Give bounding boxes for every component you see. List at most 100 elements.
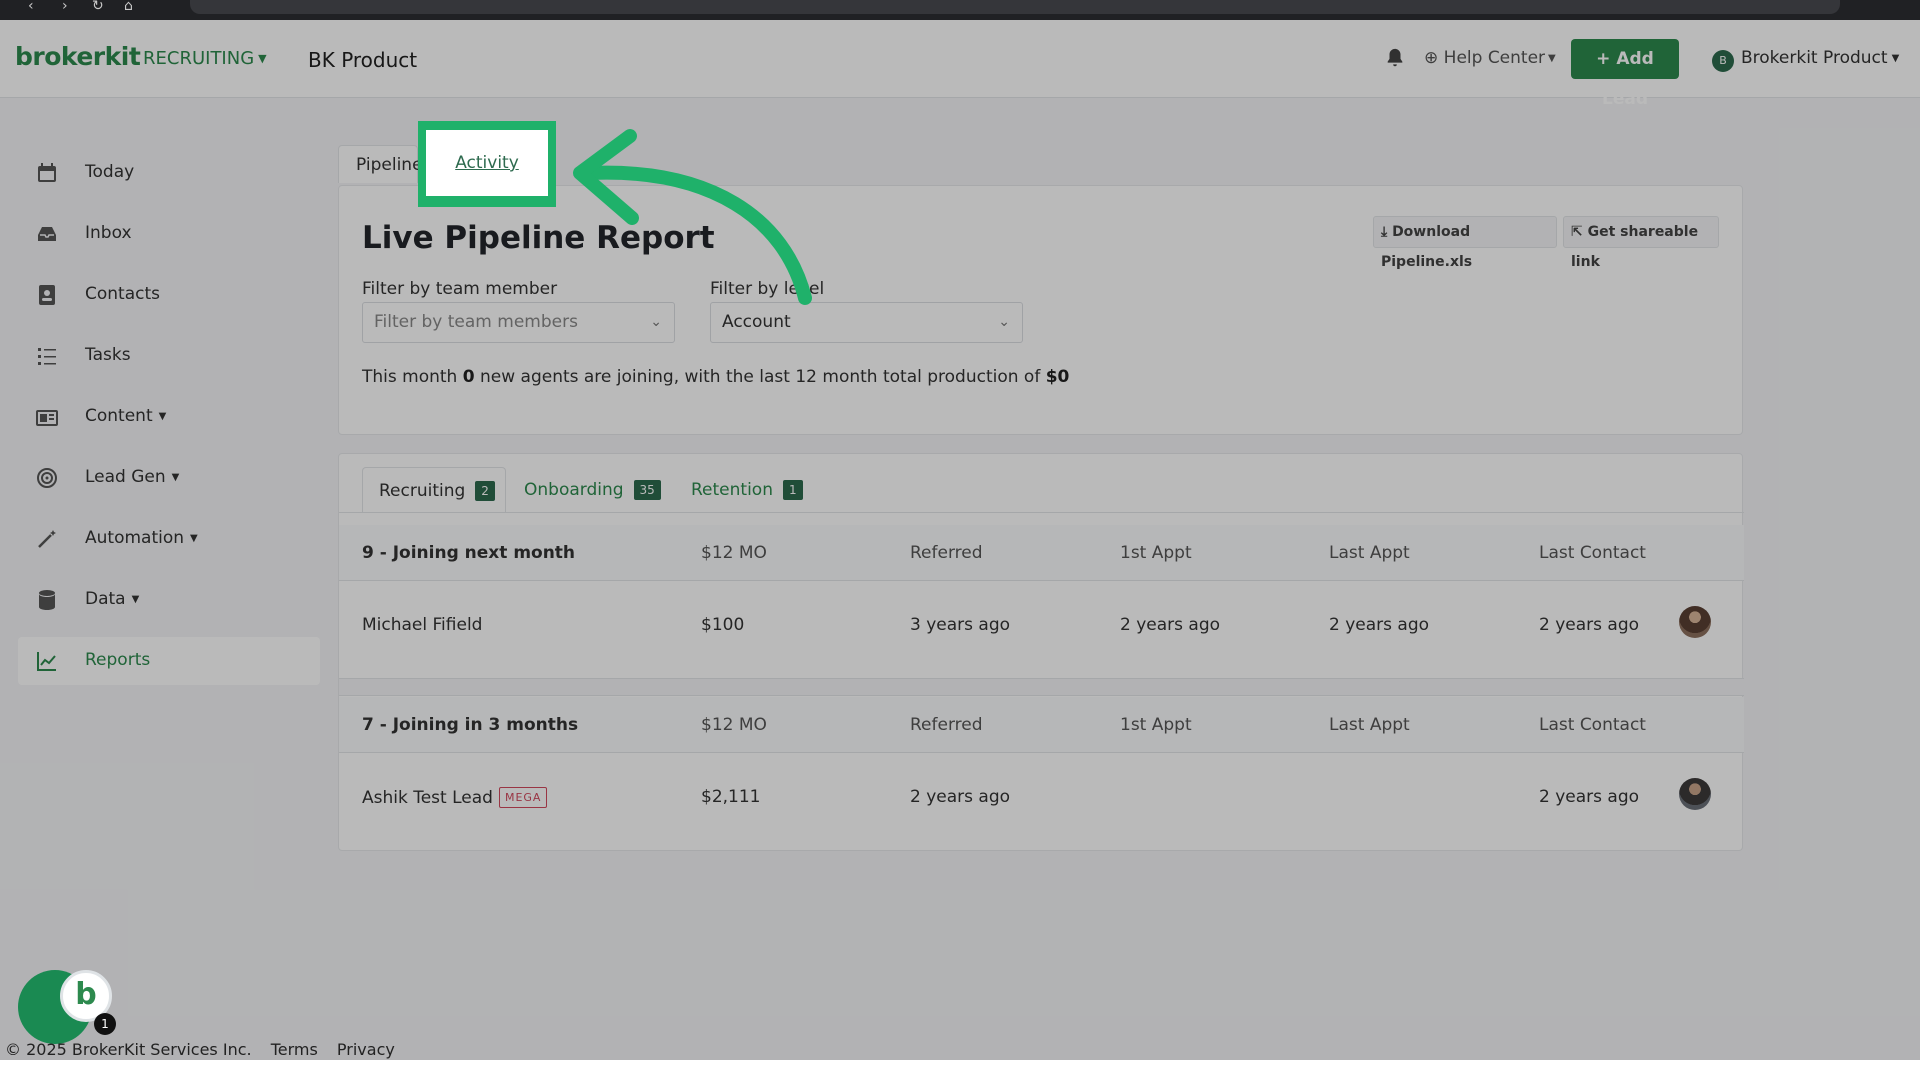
lead-name-cell: Ashik Test Lead MEGA bbox=[362, 787, 548, 808]
sidebar-item-label: Reports bbox=[85, 650, 151, 670]
sidebar-item-label: Data bbox=[85, 589, 126, 609]
home-icon[interactable]: ⌂ bbox=[124, 0, 133, 16]
get-shareable-link-button[interactable]: ⇱ Get shareable link bbox=[1563, 216, 1719, 270]
sidebar-item-label: Contacts bbox=[85, 284, 160, 304]
browser-toolbar: ‹ › ↻ ⌂ bbox=[0, 0, 1920, 20]
avatar[interactable] bbox=[1679, 778, 1711, 810]
group-title: 9 - Joining next month bbox=[362, 543, 576, 563]
user-avatar[interactable]: B bbox=[1712, 50, 1734, 72]
caret-down-icon: ▼ bbox=[190, 533, 198, 544]
sidebar-item-label: Inbox bbox=[85, 223, 132, 243]
calendar-icon bbox=[38, 163, 56, 182]
group-title: 7 - Joining in 3 months bbox=[362, 715, 579, 735]
tab-onboarding[interactable]: Onboarding 35 bbox=[524, 467, 661, 513]
help-center-label: Help Center bbox=[1443, 48, 1546, 68]
tabs-divider bbox=[339, 512, 1744, 513]
pipeline-table-card: Recruiting 2 Onboarding 35 Retention 1 9 - … bbox=[338, 453, 1744, 851]
notification-count-badge: 1 bbox=[94, 1013, 116, 1035]
column-header: $12 MO bbox=[701, 543, 767, 563]
add-lead-button[interactable]: + Add Lead bbox=[1571, 39, 1679, 109]
app-page: brokerkit RECRUITING ▼ BK Product ⊕ Help … bbox=[0, 20, 1920, 1060]
sidebar-item-inbox[interactable]: Inbox bbox=[18, 210, 320, 258]
summary-new-count: 0 bbox=[462, 367, 475, 387]
table-row[interactable]: Michael Fifield $100 3 years ago 2 years… bbox=[339, 582, 1744, 662]
copyright: © 2025 BrokerKit Services Inc. bbox=[5, 1040, 252, 1059]
help-center-menu[interactable]: ⊕ Help Center ▼ bbox=[1424, 48, 1556, 68]
summary-text: This month bbox=[362, 367, 458, 387]
column-header: Referred bbox=[910, 543, 983, 563]
caret-down-icon: ▼ bbox=[1548, 53, 1556, 64]
line-chart-icon bbox=[37, 652, 56, 671]
sidebar-item-reports[interactable]: Reports bbox=[18, 637, 320, 685]
mega-badge: MEGA bbox=[498, 787, 548, 808]
task-list-icon bbox=[38, 348, 56, 365]
avatar[interactable] bbox=[1679, 606, 1711, 638]
lead-name[interactable]: Ashik Test Lead bbox=[362, 788, 493, 808]
pipeline-summary: This month 0 new agents are joining, wit… bbox=[362, 367, 1069, 387]
tab-activity-highlight: Activity bbox=[418, 121, 556, 207]
contact-card-icon bbox=[39, 285, 55, 305]
brokerkit-logo[interactable]: brokerkit bbox=[15, 42, 141, 71]
sidebar-item-label: Content bbox=[85, 406, 153, 426]
chevron-down-icon: ⌄ bbox=[998, 314, 1010, 330]
column-header: Last Appt bbox=[1329, 715, 1410, 735]
count-badge: 35 bbox=[633, 480, 661, 500]
filter-team-member-select[interactable]: Filter by team members ⌄ bbox=[362, 302, 675, 343]
download-label: Download Pipeline.xls bbox=[1381, 224, 1473, 270]
group-header: 9 - Joining next month $12 MO Referred 1… bbox=[339, 525, 1744, 581]
column-header: Last Appt bbox=[1329, 543, 1410, 563]
forward-icon[interactable]: › bbox=[62, 0, 68, 16]
tab-label: Retention bbox=[691, 480, 773, 500]
sidebar-item-contacts[interactable]: Contacts bbox=[18, 271, 320, 319]
column-header: $12 MO bbox=[701, 715, 767, 735]
filter-level-select[interactable]: Account ⌄ bbox=[710, 302, 1023, 343]
sidebar-item-data[interactable]: Data ▼ bbox=[18, 576, 320, 624]
tab-recruiting[interactable]: Recruiting 2 bbox=[362, 467, 506, 513]
sidebar-item-content[interactable]: Content ▼ bbox=[18, 393, 320, 441]
lead-gen-icon bbox=[37, 468, 57, 488]
sidebar-item-lead-gen[interactable]: Lead Gen ▼ bbox=[18, 454, 320, 502]
privacy-link[interactable]: Privacy bbox=[337, 1040, 395, 1059]
bell-icon[interactable] bbox=[1384, 46, 1406, 70]
tab-label: Onboarding bbox=[524, 480, 624, 500]
last-contact-value: 2 years ago bbox=[1539, 787, 1640, 807]
database-icon bbox=[39, 590, 55, 610]
caret-down-icon: ▼ bbox=[158, 411, 167, 422]
user-name-label: Brokerkit Product bbox=[1741, 48, 1888, 68]
sidebar-item-label: Tasks bbox=[85, 345, 131, 365]
sidebar-item-label: Automation bbox=[85, 528, 185, 548]
back-icon[interactable]: ‹ bbox=[28, 0, 34, 16]
lead-name[interactable]: Michael Fifield bbox=[362, 615, 482, 635]
tab-label: Recruiting bbox=[379, 481, 466, 501]
share-icon: ⇱ bbox=[1571, 224, 1588, 240]
column-header: Referred bbox=[910, 715, 983, 735]
user-menu[interactable]: Brokerkit Product ▼ bbox=[1741, 48, 1899, 68]
tab-pipeline[interactable]: Pipeline bbox=[338, 145, 423, 183]
account-title: BK Product bbox=[308, 48, 418, 72]
module-switcher[interactable]: RECRUITING ▼ bbox=[143, 48, 267, 69]
referred-value: 3 years ago bbox=[910, 615, 1011, 635]
sidebar-item-tasks[interactable]: Tasks bbox=[18, 332, 320, 380]
reload-icon[interactable]: ↻ bbox=[92, 0, 104, 16]
column-header: 1st Appt bbox=[1120, 543, 1192, 563]
sidebar-item-today[interactable]: Today bbox=[18, 149, 320, 197]
download-icon: ⤓ bbox=[1381, 224, 1393, 240]
table-row[interactable]: Ashik Test Lead MEGA $2,111 2 years ago 2… bbox=[339, 754, 1744, 834]
magic-wand-icon bbox=[38, 530, 56, 548]
tab-retention[interactable]: Retention 1 bbox=[691, 467, 803, 513]
mo12-value: $100 bbox=[701, 615, 745, 635]
column-header: Last Contact bbox=[1539, 543, 1646, 563]
column-header: Last Contact bbox=[1539, 715, 1646, 735]
download-pipeline-button[interactable]: ⤓ Download Pipeline.xls bbox=[1373, 216, 1557, 270]
last-appt-value: 2 years ago bbox=[1329, 615, 1430, 635]
summary-total: $0 bbox=[1045, 367, 1070, 387]
sidebar-item-automation-menu: Automation ▼ bbox=[85, 528, 198, 548]
terms-link[interactable]: Terms bbox=[271, 1040, 318, 1059]
tab-activity[interactable]: Activity bbox=[426, 130, 548, 196]
address-bar[interactable] bbox=[190, 0, 1840, 14]
globe-icon: ⊕ bbox=[1424, 48, 1439, 68]
content-icon bbox=[36, 410, 58, 426]
filter-member-placeholder: Filter by team members bbox=[374, 312, 578, 332]
column-header: 1st Appt bbox=[1120, 715, 1192, 735]
sidebar-item-automation[interactable]: Automation ▼ bbox=[18, 515, 320, 563]
